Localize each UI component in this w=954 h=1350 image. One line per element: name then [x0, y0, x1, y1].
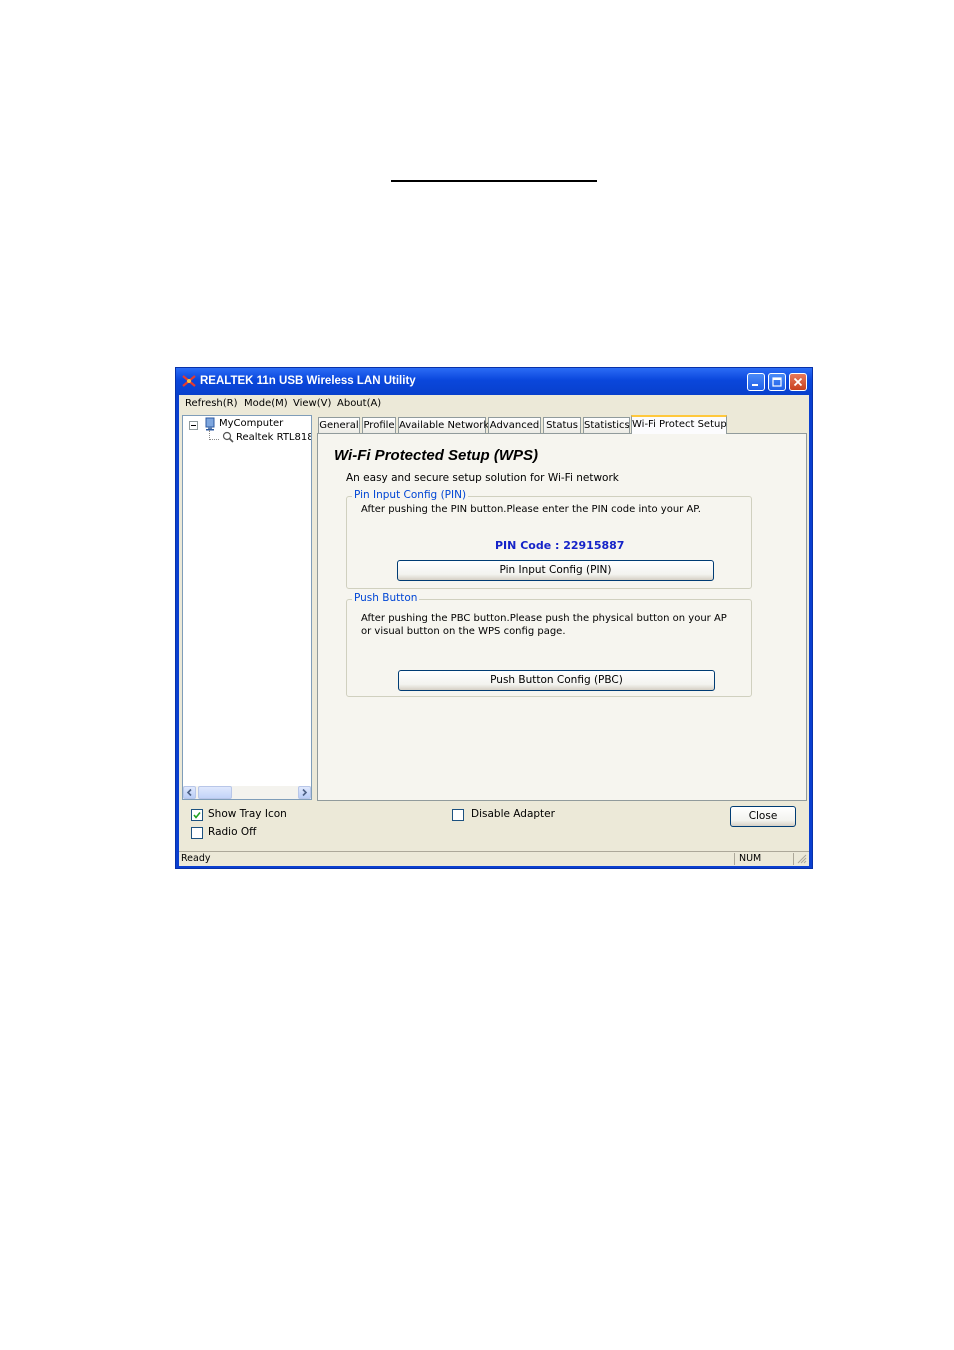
menu-mode[interactable]: Mode(M) [244, 398, 288, 409]
status-separator [793, 853, 794, 865]
status-ready-text: Ready [181, 853, 211, 864]
pin-input-config-button[interactable]: Pin Input Config (PIN) [397, 560, 714, 581]
bottom-options: Show Tray Icon Radio Off Disable Adapter… [179, 805, 809, 849]
tree-connector [209, 439, 219, 440]
scroll-right-button[interactable] [298, 786, 311, 799]
tab-strip: General Profile Available Network Advanc… [317, 415, 805, 434]
document-underline-rule [391, 180, 597, 182]
tab-wifi-protect-setup[interactable]: Wi-Fi Protect Setup [631, 415, 727, 434]
pin-group-legend: Pin Input Config (PIN) [352, 489, 469, 501]
tree-item-mycomputer[interactable]: MyComputer [219, 418, 283, 429]
pbc-instruction-line2: or visual button on the WPS config page. [361, 626, 566, 637]
scroll-thumb[interactable] [198, 786, 232, 799]
pin-code-display: PIN Code : 22915887 [495, 539, 625, 552]
tree-collapse-icon[interactable] [189, 421, 198, 430]
resize-grip-icon[interactable] [797, 854, 807, 867]
app-window: REALTEK 11n USB Wireless LAN Utility Ref… [175, 367, 813, 869]
disable-adapter-checkbox[interactable] [452, 809, 464, 821]
wps-tab-panel: Wi-Fi Protected Setup (WPS) An easy and … [317, 433, 807, 801]
window-title: REALTEK 11n USB Wireless LAN Utility [200, 375, 416, 387]
status-num-indicator: NUM [739, 853, 762, 864]
device-tree[interactable]: MyComputer Realtek RTL8188 [182, 415, 312, 800]
computer-icon [204, 417, 216, 434]
window-client-area: Refresh(R) Mode(M) View(V) About(A) MyCo… [179, 395, 809, 866]
status-separator [734, 853, 735, 865]
pbc-instruction-line1: After pushing the PBC button.Please push… [361, 613, 727, 624]
tab-general[interactable]: General [318, 417, 360, 433]
tab-status[interactable]: Status [543, 417, 581, 433]
menu-refresh[interactable]: Refresh(R) [185, 398, 238, 409]
realtek-app-icon [182, 374, 196, 388]
menu-about[interactable]: About(A) [337, 398, 381, 409]
scroll-left-button[interactable] [183, 786, 196, 799]
pin-instruction-text: After pushing the PIN button.Please ente… [361, 504, 701, 515]
close-button[interactable]: Close [730, 806, 796, 827]
wps-subtitle: An easy and secure setup solution for Wi… [346, 472, 619, 484]
disable-adapter-label[interactable]: Disable Adapter [471, 808, 555, 820]
tab-advanced[interactable]: Advanced [488, 417, 541, 433]
radio-off-label[interactable]: Radio Off [208, 826, 256, 838]
menu-bar: Refresh(R) Mode(M) View(V) About(A) [179, 395, 809, 413]
minimize-button[interactable] [747, 373, 765, 391]
show-tray-icon-label[interactable]: Show Tray Icon [208, 808, 287, 820]
maximize-button[interactable] [768, 373, 786, 391]
wireless-adapter-icon [221, 431, 235, 446]
tab-available-network[interactable]: Available Network [398, 417, 489, 433]
close-window-button[interactable] [789, 373, 807, 391]
tree-item-realtek-adapter[interactable]: Realtek RTL8188 [236, 432, 311, 443]
wps-title: Wi-Fi Protected Setup (WPS) [334, 447, 539, 464]
tab-profile[interactable]: Profile [362, 417, 396, 433]
push-button-group: Push Button After pushing the PBC button… [346, 592, 752, 697]
radio-off-checkbox[interactable] [191, 827, 203, 839]
status-bar: Ready NUM [179, 851, 809, 866]
menu-view[interactable]: View(V) [293, 398, 331, 409]
tab-statistics[interactable]: Statistics [583, 417, 630, 433]
pin-input-config-group: Pin Input Config (PIN) After pushing the… [346, 489, 752, 589]
title-bar[interactable]: REALTEK 11n USB Wireless LAN Utility [176, 368, 812, 395]
show-tray-icon-checkbox[interactable] [191, 809, 203, 821]
push-button-config-button[interactable]: Push Button Config (PBC) [398, 670, 715, 691]
tree-horizontal-scrollbar[interactable] [183, 786, 311, 799]
pbc-group-legend: Push Button [352, 592, 420, 604]
